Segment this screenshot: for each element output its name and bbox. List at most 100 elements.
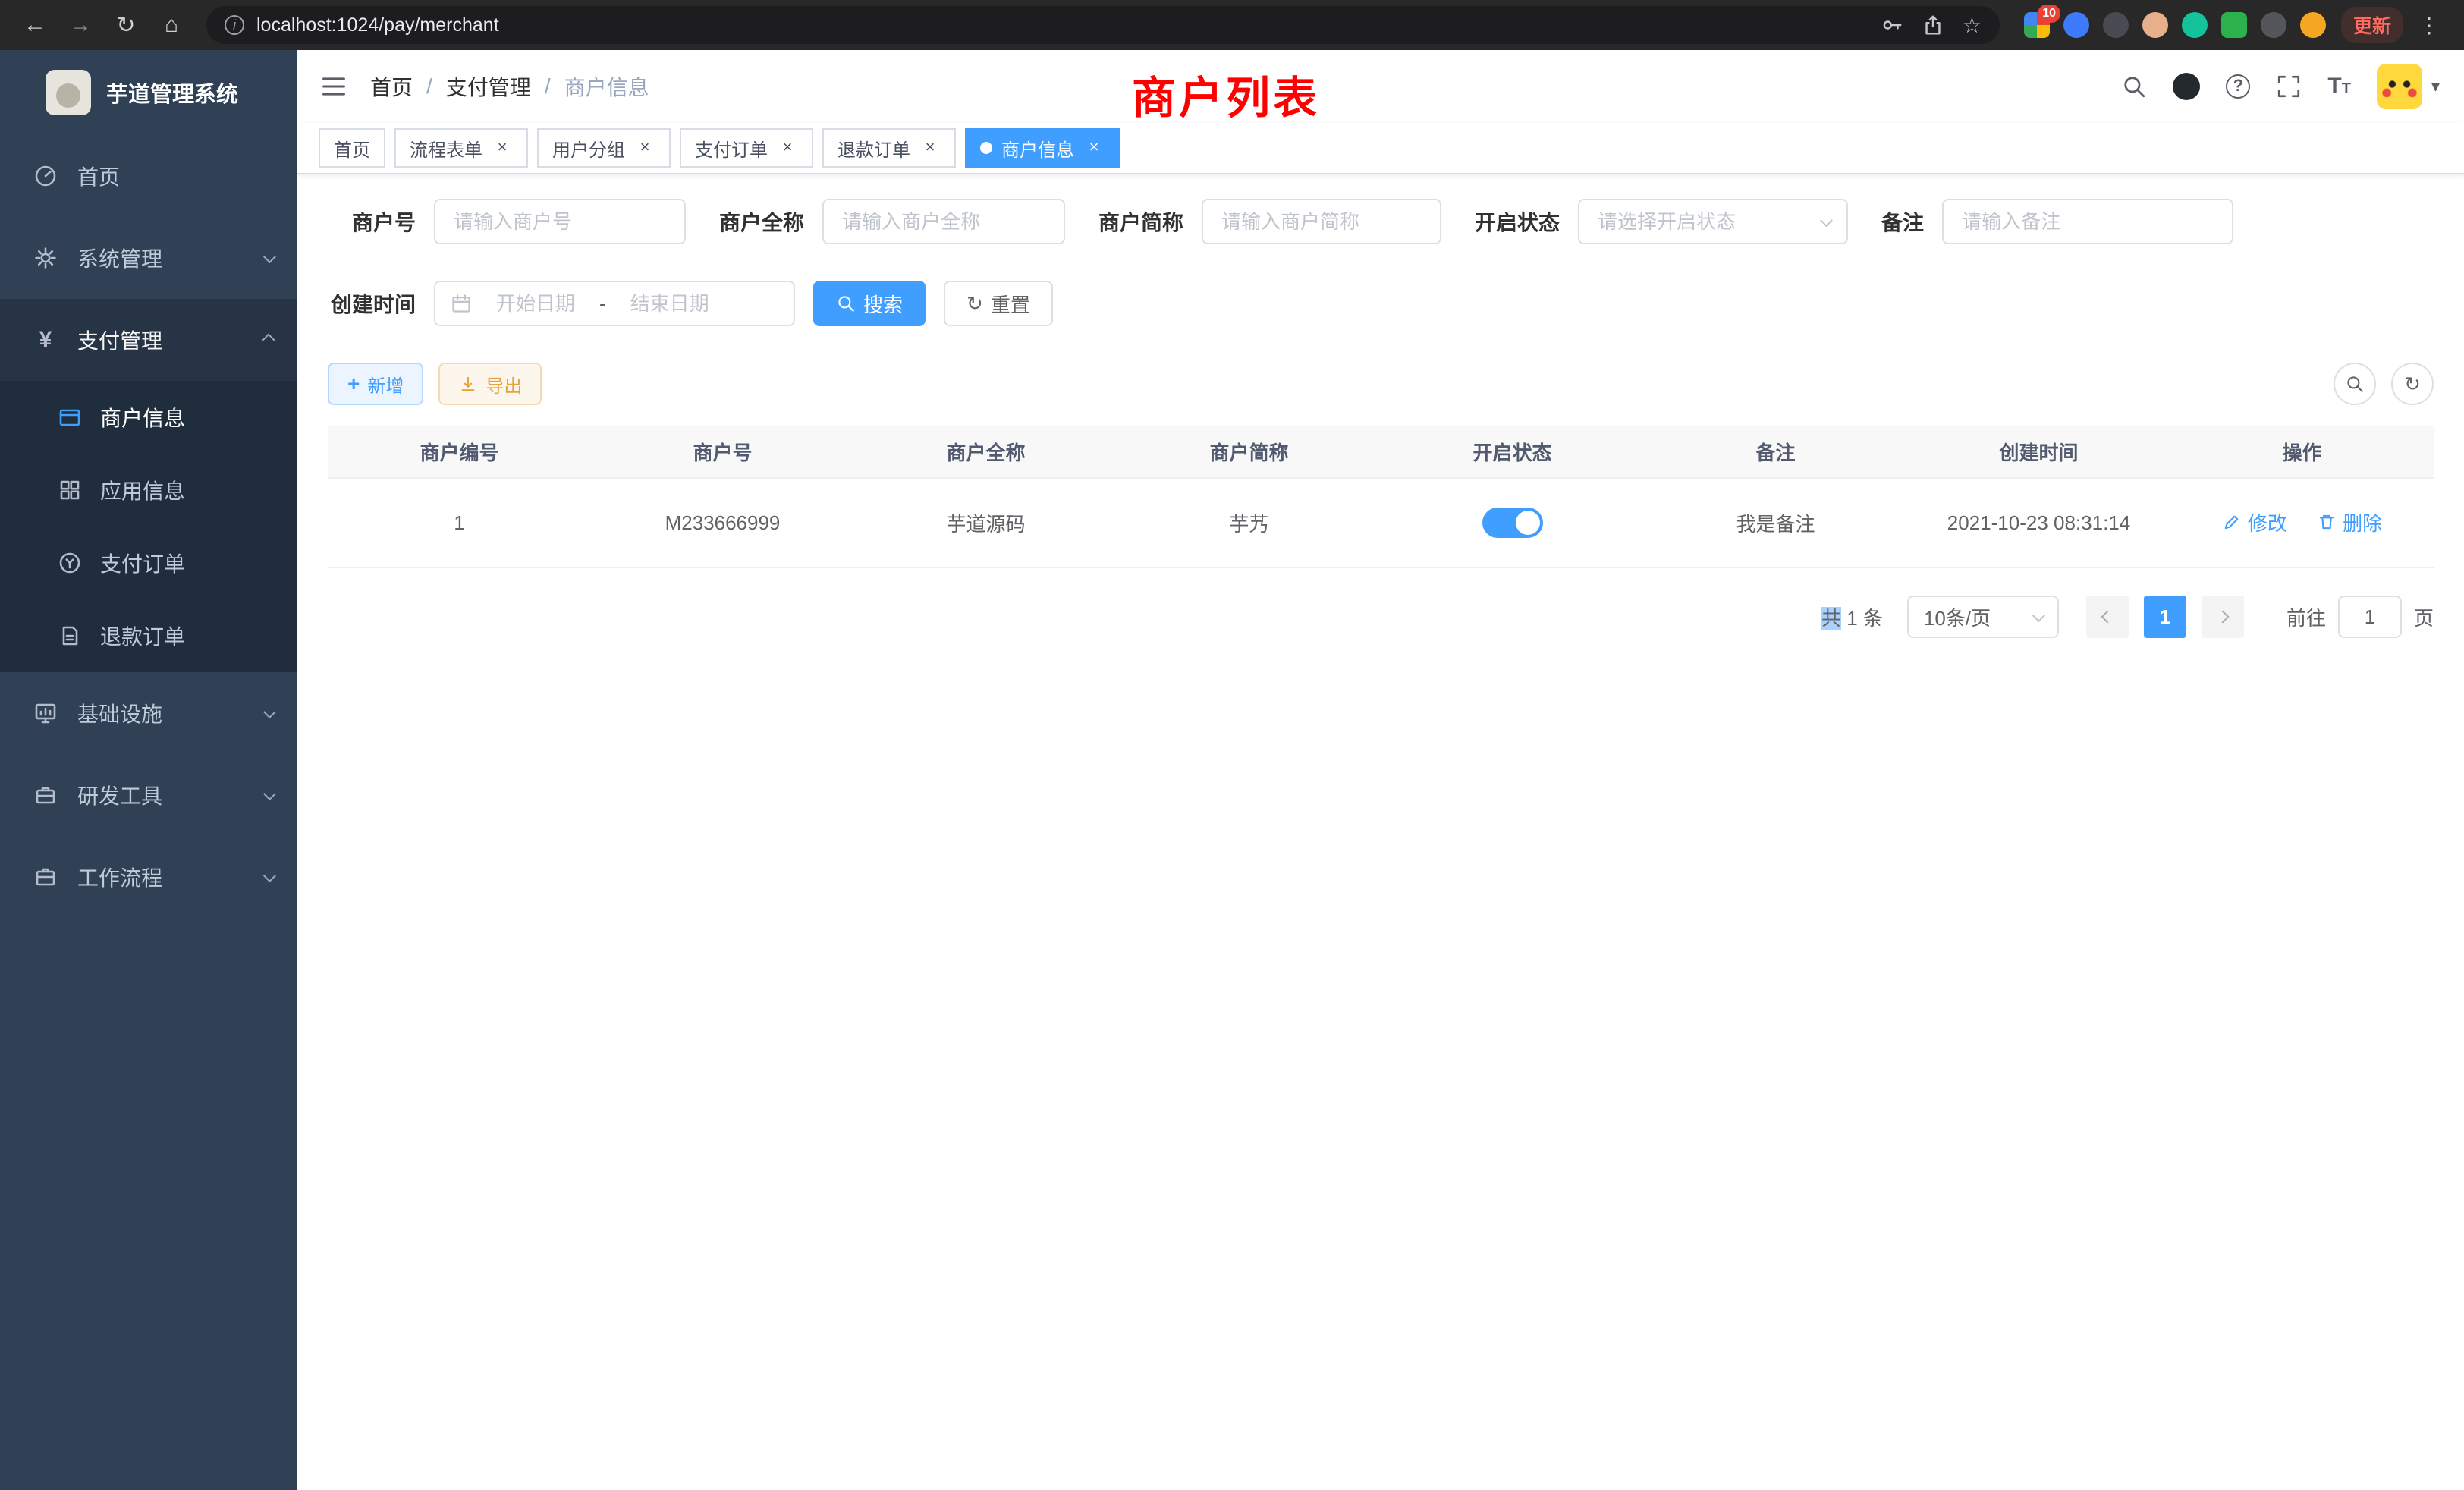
- status-select[interactable]: [1578, 199, 1848, 244]
- merchant-short-input[interactable]: [1202, 199, 1441, 244]
- search-button[interactable]: 搜索: [813, 281, 926, 326]
- close-icon[interactable]: ×: [919, 137, 941, 159]
- active-dot: [980, 142, 992, 154]
- pagination: 共 1 条 10条/页 1 前往 页: [328, 596, 2434, 638]
- extension-blue-icon[interactable]: [2063, 12, 2089, 38]
- breadcrumb-payment[interactable]: 支付管理: [446, 71, 531, 102]
- font-size-icon[interactable]: TT: [2327, 74, 2351, 99]
- document-icon: [58, 624, 82, 648]
- start-date-input[interactable]: [481, 292, 590, 316]
- grid-icon: [58, 478, 82, 502]
- goto-page-input[interactable]: [2338, 596, 2402, 638]
- extension-grid-icon[interactable]: 10: [2024, 12, 2050, 38]
- reset-button[interactable]: ↻ 重置: [944, 281, 1053, 326]
- close-icon[interactable]: ×: [777, 137, 798, 159]
- status-toggle[interactable]: [1482, 508, 1543, 538]
- reload-icon[interactable]: ↻: [106, 12, 146, 39]
- sidebar-item-merchant-info[interactable]: 商户信息: [0, 381, 297, 454]
- sidebar-item-refund-order[interactable]: 退款订单: [0, 599, 297, 672]
- avatar[interactable]: [2377, 64, 2422, 109]
- pay-order-icon: [58, 551, 82, 575]
- sidebar-item-payment[interactable]: ¥ 支付管理: [0, 299, 297, 381]
- next-page-button[interactable]: [2202, 596, 2244, 638]
- browser-toolbar: ← → ↻ ⌂ i localhost:1024/pay/merchant ☆ …: [0, 0, 2464, 50]
- merchant-no-input[interactable]: [434, 199, 686, 244]
- chevron-down-icon: [263, 869, 276, 882]
- tab-home[interactable]: 首页: [319, 128, 385, 168]
- sidebar-item-app-info[interactable]: 应用信息: [0, 454, 297, 527]
- sidebar-item-label: 应用信息: [100, 475, 185, 505]
- plus-icon: +: [347, 372, 360, 396]
- home-icon[interactable]: ⌂: [152, 12, 191, 38]
- close-icon[interactable]: ×: [634, 137, 655, 159]
- add-button[interactable]: + 新增: [328, 363, 423, 405]
- tab-user-group[interactable]: 用户分组 ×: [537, 128, 671, 168]
- sidebar-item-workflow[interactable]: 工作流程: [0, 836, 297, 918]
- bookmark-star-icon[interactable]: ☆: [1963, 13, 1982, 38]
- sidebar-item-devtools[interactable]: 研发工具: [0, 754, 297, 836]
- filter-label-merchant-short: 商户简称: [1098, 206, 1183, 237]
- edit-pencil-icon: [2222, 512, 2242, 532]
- sidebar-item-home[interactable]: 首页: [0, 135, 297, 217]
- forward-icon[interactable]: →: [61, 12, 100, 38]
- url-text: localhost:1024/pay/merchant: [256, 14, 1868, 36]
- logo-avatar: [46, 70, 91, 115]
- browser-update-button[interactable]: 更新: [2341, 7, 2403, 43]
- delete-link[interactable]: 删除: [2317, 508, 2382, 536]
- cell-remark: 我是备注: [1644, 478, 1907, 567]
- back-icon[interactable]: ←: [15, 12, 55, 38]
- export-button[interactable]: 导出: [438, 363, 542, 405]
- col-actions: 操作: [2170, 426, 2434, 478]
- password-key-icon[interactable]: [1881, 14, 1903, 36]
- user-menu[interactable]: ▾: [2377, 64, 2440, 109]
- sidebar-item-pay-order[interactable]: 支付订单: [0, 527, 297, 599]
- share-icon[interactable]: [1922, 14, 1944, 36]
- edit-link[interactable]: 修改: [2222, 508, 2287, 536]
- calendar-icon: [451, 293, 472, 314]
- col-merchant-no: 商户号: [591, 426, 854, 478]
- extension-pin-icon[interactable]: [2261, 12, 2286, 38]
- help-icon[interactable]: ?: [2226, 74, 2250, 99]
- end-date-input[interactable]: [615, 292, 724, 316]
- site-info-icon[interactable]: i: [225, 15, 244, 35]
- prev-page-button[interactable]: [2086, 596, 2129, 638]
- page-size-select[interactable]: 10条/页: [1907, 596, 2059, 638]
- tab-pay-order[interactable]: 支付订单 ×: [680, 128, 813, 168]
- page-suffix: 页: [2414, 603, 2434, 631]
- close-icon[interactable]: ×: [1083, 137, 1105, 159]
- extension-green-square-icon[interactable]: [2221, 12, 2247, 38]
- extension-emoji-icon[interactable]: [2300, 12, 2326, 38]
- browser-menu-icon[interactable]: ⋮: [2409, 13, 2449, 38]
- create-time-range-picker[interactable]: -: [434, 281, 795, 326]
- merchant-name-input[interactable]: [822, 199, 1065, 244]
- toggle-search-button[interactable]: [2334, 363, 2376, 405]
- tab-process-form[interactable]: 流程表单 ×: [394, 128, 528, 168]
- page-1-button[interactable]: 1: [2144, 596, 2186, 638]
- extension-green-circle-icon[interactable]: [2182, 12, 2208, 38]
- filter-label-remark: 备注: [1881, 206, 1924, 237]
- fullscreen-icon[interactable]: [2276, 74, 2302, 99]
- chevron-down-icon: [263, 250, 276, 263]
- url-bar[interactable]: i localhost:1024/pay/merchant ☆: [206, 6, 2000, 44]
- search-icon[interactable]: [2121, 74, 2147, 99]
- breadcrumb-home[interactable]: 首页: [370, 71, 413, 102]
- cell-actions: 修改 删除: [2170, 478, 2434, 567]
- extension-dark-icon[interactable]: [2103, 12, 2129, 38]
- cell-merchant-name: 芋道源码: [854, 478, 1117, 567]
- sidebar-item-infrastructure[interactable]: 基础设施: [0, 672, 297, 754]
- payment-submenu: 商户信息 应用信息 支付订单 退款订单: [0, 381, 297, 672]
- sidebar-item-system[interactable]: 系统管理: [0, 217, 297, 299]
- extensions-cluster: 10: [2015, 12, 2335, 38]
- remark-input[interactable]: [1942, 199, 2233, 244]
- tab-merchant-info[interactable]: 商户信息 ×: [965, 128, 1120, 168]
- sidebar-item-label: 系统管理: [77, 243, 162, 273]
- github-icon[interactable]: [2173, 73, 2200, 100]
- close-icon[interactable]: ×: [492, 137, 513, 159]
- tab-refund-order[interactable]: 退款订单 ×: [822, 128, 956, 168]
- refresh-table-button[interactable]: ↻: [2391, 363, 2434, 405]
- sidebar-toggle-icon[interactable]: [297, 73, 370, 100]
- search-icon: [2345, 374, 2365, 394]
- top-navbar: 首页 / 支付管理 / 商户信息 ? TT ▾: [297, 50, 2464, 123]
- extension-avatar-icon[interactable]: [2142, 12, 2168, 38]
- total-count: 共 1 条: [1821, 603, 1883, 631]
